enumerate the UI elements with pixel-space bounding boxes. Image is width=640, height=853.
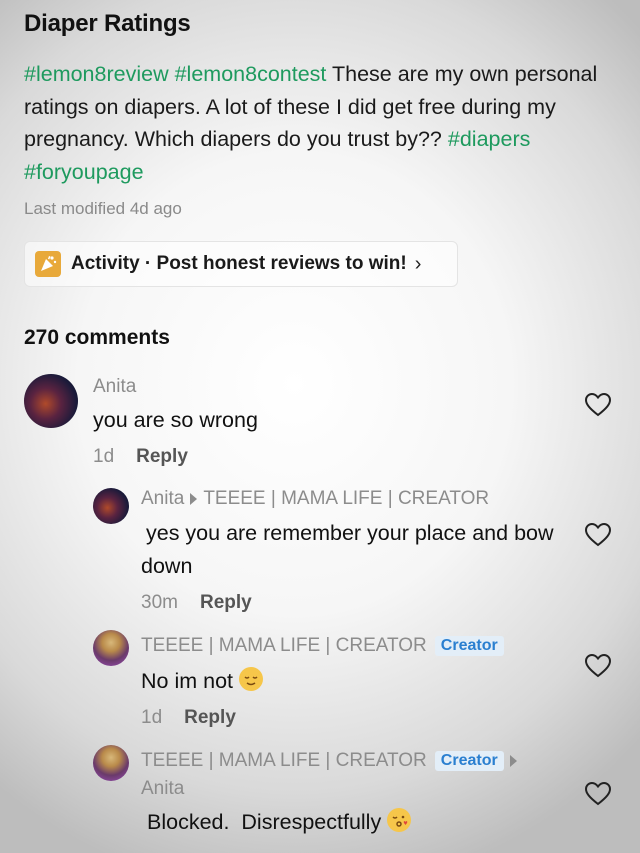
heart-icon[interactable] <box>585 654 611 678</box>
heart-icon[interactable] <box>585 782 611 806</box>
reply-button[interactable]: Reply <box>136 446 188 467</box>
party-popper-icon <box>35 251 61 277</box>
comment-text: yes you are remember your place and bow … <box>141 521 554 578</box>
last-modified: Last modified 4d ago <box>24 199 182 218</box>
avatar[interactable] <box>93 630 129 666</box>
hashtag-link[interactable]: #foryoupage <box>24 160 144 184</box>
creator-badge: Creator <box>434 751 504 771</box>
activity-label: Activity · Post honest reviews to win! <box>71 253 407 274</box>
chevron-right-icon: › <box>414 252 422 275</box>
comment-text: No im not <box>141 665 264 698</box>
comment-meta: 30m Reply <box>141 592 252 614</box>
comment-time: 1d <box>93 446 115 467</box>
hashtag-link[interactable]: #lemon8contest <box>175 62 327 86</box>
avatar[interactable] <box>24 374 78 428</box>
comment-text: Blocked. Disrespectfully <box>147 806 412 839</box>
avatar[interactable] <box>93 745 129 781</box>
reply-arrow-icon <box>190 493 198 505</box>
relieved-face-icon <box>239 667 264 691</box>
reply-arrow-icon <box>509 755 517 767</box>
author-name[interactable]: TEEEE | MAMA LIFE | CREATOR <box>141 635 427 657</box>
hashtag-link[interactable]: #diapers <box>448 127 530 151</box>
comment-author[interactable]: Anita <box>93 376 136 398</box>
heart-icon[interactable] <box>585 393 611 417</box>
comment-author[interactable]: TEEEE | MAMA LIFE | CREATOR Creator <box>141 635 504 657</box>
comment-time: 1d <box>141 707 163 728</box>
comment-author[interactable]: TEEEE | MAMA LIFE | CREATOR Creator <box>141 750 523 772</box>
hashtag-link[interactable]: #lemon8review <box>24 62 169 86</box>
kissing-face-icon <box>387 808 412 832</box>
creator-badge: Creator <box>434 636 504 656</box>
reply-to-name[interactable]: TEEEE | MAMA LIFE | CREATOR <box>203 488 489 510</box>
author-name[interactable]: Anita <box>141 488 184 510</box>
heart-icon[interactable] <box>585 523 611 547</box>
comment-author[interactable]: Anita TEEEE | MAMA LIFE | CREATOR <box>141 488 489 510</box>
comment-meta: 1d Reply <box>141 707 236 729</box>
comments-count: 270 comments <box>24 326 170 349</box>
comment-time: 30m <box>141 592 178 613</box>
post-body: #lemon8review #lemon8contest These are m… <box>24 58 619 188</box>
comment-text: you are so wrong <box>93 408 258 432</box>
post-title: Diaper Ratings <box>24 10 191 37</box>
author-name[interactable]: Anita <box>93 376 136 398</box>
reply-to-name[interactable]: Anita <box>141 778 184 800</box>
author-name[interactable]: TEEEE | MAMA LIFE | CREATOR <box>141 750 427 772</box>
activity-banner[interactable]: Activity · Post honest reviews to win! › <box>24 241 458 287</box>
reply-button[interactable]: Reply <box>200 592 252 613</box>
reply-button[interactable]: Reply <box>184 707 236 728</box>
comment-meta: 1d Reply <box>93 446 188 468</box>
avatar[interactable] <box>93 488 129 524</box>
